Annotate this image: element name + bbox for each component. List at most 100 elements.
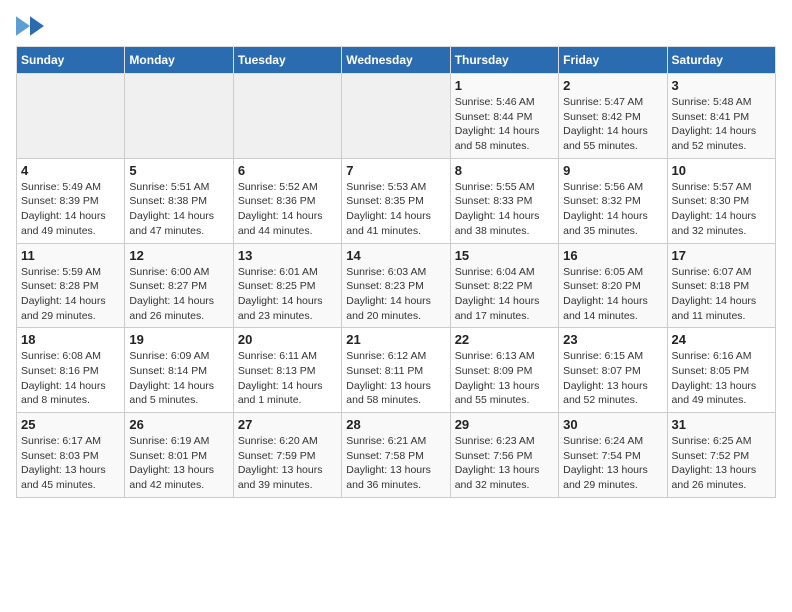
weekday-header-monday: Monday bbox=[125, 47, 233, 74]
day-info: Sunrise: 6:23 AM Sunset: 7:56 PM Dayligh… bbox=[455, 434, 554, 493]
day-info: Sunrise: 5:55 AM Sunset: 8:33 PM Dayligh… bbox=[455, 180, 554, 239]
calendar-cell: 21 Sunrise: 6:12 AM Sunset: 8:11 PM Dayli… bbox=[342, 328, 450, 413]
calendar-cell: 28 Sunrise: 6:21 AM Sunset: 7:58 PM Dayli… bbox=[342, 413, 450, 498]
day-number: 4 bbox=[21, 163, 120, 178]
day-number: 5 bbox=[129, 163, 228, 178]
calendar-cell: 16 Sunrise: 6:05 AM Sunset: 8:20 PM Dayli… bbox=[559, 243, 667, 328]
weekday-header-sunday: Sunday bbox=[17, 47, 125, 74]
calendar-cell: 15 Sunrise: 6:04 AM Sunset: 8:22 PM Dayli… bbox=[450, 243, 558, 328]
day-number: 18 bbox=[21, 332, 120, 347]
day-info: Sunrise: 6:07 AM Sunset: 8:18 PM Dayligh… bbox=[672, 265, 771, 324]
day-info: Sunrise: 5:59 AM Sunset: 8:28 PM Dayligh… bbox=[21, 265, 120, 324]
day-info: Sunrise: 6:16 AM Sunset: 8:05 PM Dayligh… bbox=[672, 349, 771, 408]
day-number: 21 bbox=[346, 332, 445, 347]
calendar-cell: 8 Sunrise: 5:55 AM Sunset: 8:33 PM Daylig… bbox=[450, 158, 558, 243]
day-number: 7 bbox=[346, 163, 445, 178]
day-info: Sunrise: 5:47 AM Sunset: 8:42 PM Dayligh… bbox=[563, 95, 662, 154]
day-number: 6 bbox=[238, 163, 337, 178]
calendar-cell: 19 Sunrise: 6:09 AM Sunset: 8:14 PM Dayli… bbox=[125, 328, 233, 413]
day-info: Sunrise: 5:49 AM Sunset: 8:39 PM Dayligh… bbox=[21, 180, 120, 239]
calendar-table: SundayMondayTuesdayWednesdayThursdayFrid… bbox=[16, 46, 776, 498]
calendar-week-4: 18 Sunrise: 6:08 AM Sunset: 8:16 PM Dayli… bbox=[17, 328, 776, 413]
calendar-cell: 24 Sunrise: 6:16 AM Sunset: 8:05 PM Dayli… bbox=[667, 328, 775, 413]
day-info: Sunrise: 5:51 AM Sunset: 8:38 PM Dayligh… bbox=[129, 180, 228, 239]
calendar-cell: 31 Sunrise: 6:25 AM Sunset: 7:52 PM Dayli… bbox=[667, 413, 775, 498]
day-number: 25 bbox=[21, 417, 120, 432]
day-number: 28 bbox=[346, 417, 445, 432]
day-info: Sunrise: 5:48 AM Sunset: 8:41 PM Dayligh… bbox=[672, 95, 771, 154]
calendar-cell: 6 Sunrise: 5:52 AM Sunset: 8:36 PM Daylig… bbox=[233, 158, 341, 243]
day-info: Sunrise: 6:19 AM Sunset: 8:01 PM Dayligh… bbox=[129, 434, 228, 493]
day-number: 20 bbox=[238, 332, 337, 347]
day-info: Sunrise: 6:09 AM Sunset: 8:14 PM Dayligh… bbox=[129, 349, 228, 408]
day-number: 22 bbox=[455, 332, 554, 347]
day-number: 14 bbox=[346, 248, 445, 263]
day-info: Sunrise: 5:56 AM Sunset: 8:32 PM Dayligh… bbox=[563, 180, 662, 239]
weekday-header-saturday: Saturday bbox=[667, 47, 775, 74]
day-info: Sunrise: 5:52 AM Sunset: 8:36 PM Dayligh… bbox=[238, 180, 337, 239]
calendar-cell: 7Sunrise: 5:53 AM Sunset: 8:35 PM Daylig… bbox=[342, 158, 450, 243]
calendar-cell: 27 Sunrise: 6:20 AM Sunset: 7:59 PM Dayli… bbox=[233, 413, 341, 498]
day-number: 12 bbox=[129, 248, 228, 263]
day-number: 26 bbox=[129, 417, 228, 432]
weekday-header-wednesday: Wednesday bbox=[342, 47, 450, 74]
weekday-header-row: SundayMondayTuesdayWednesdayThursdayFrid… bbox=[17, 47, 776, 74]
calendar-cell: 26 Sunrise: 6:19 AM Sunset: 8:01 PM Dayli… bbox=[125, 413, 233, 498]
calendar-cell bbox=[233, 74, 341, 159]
day-number: 19 bbox=[129, 332, 228, 347]
calendar-cell bbox=[17, 74, 125, 159]
day-number: 8 bbox=[455, 163, 554, 178]
day-number: 10 bbox=[672, 163, 771, 178]
calendar-cell: 30 Sunrise: 6:24 AM Sunset: 7:54 PM Dayli… bbox=[559, 413, 667, 498]
day-info: Sunrise: 6:04 AM Sunset: 8:22 PM Dayligh… bbox=[455, 265, 554, 324]
day-number: 27 bbox=[238, 417, 337, 432]
calendar-cell: 3 Sunrise: 5:48 AM Sunset: 8:41 PM Daylig… bbox=[667, 74, 775, 159]
calendar-cell: 1Sunrise: 5:46 AM Sunset: 8:44 PM Daylig… bbox=[450, 74, 558, 159]
day-info: Sunrise: 6:12 AM Sunset: 8:11 PM Dayligh… bbox=[346, 349, 445, 408]
day-number: 15 bbox=[455, 248, 554, 263]
day-number: 29 bbox=[455, 417, 554, 432]
day-info: Sunrise: 6:01 AM Sunset: 8:25 PM Dayligh… bbox=[238, 265, 337, 324]
calendar-cell: 4 Sunrise: 5:49 AM Sunset: 8:39 PM Daylig… bbox=[17, 158, 125, 243]
day-info: Sunrise: 6:21 AM Sunset: 7:58 PM Dayligh… bbox=[346, 434, 445, 493]
day-info: Sunrise: 6:13 AM Sunset: 8:09 PM Dayligh… bbox=[455, 349, 554, 408]
page-header bbox=[16, 16, 776, 38]
day-info: Sunrise: 5:57 AM Sunset: 8:30 PM Dayligh… bbox=[672, 180, 771, 239]
calendar-cell: 11Sunrise: 5:59 AM Sunset: 8:28 PM Dayli… bbox=[17, 243, 125, 328]
calendar-week-1: 1Sunrise: 5:46 AM Sunset: 8:44 PM Daylig… bbox=[17, 74, 776, 159]
calendar-cell: 20Sunrise: 6:11 AM Sunset: 8:13 PM Dayli… bbox=[233, 328, 341, 413]
calendar-week-3: 11Sunrise: 5:59 AM Sunset: 8:28 PM Dayli… bbox=[17, 243, 776, 328]
day-number: 30 bbox=[563, 417, 662, 432]
calendar-cell: 25 Sunrise: 6:17 AM Sunset: 8:03 PM Dayli… bbox=[17, 413, 125, 498]
logo-icon bbox=[16, 16, 44, 36]
calendar-cell bbox=[125, 74, 233, 159]
day-number: 13 bbox=[238, 248, 337, 263]
calendar-cell: 29 Sunrise: 6:23 AM Sunset: 7:56 PM Dayli… bbox=[450, 413, 558, 498]
day-number: 2 bbox=[563, 78, 662, 93]
day-info: Sunrise: 6:20 AM Sunset: 7:59 PM Dayligh… bbox=[238, 434, 337, 493]
calendar-cell: 5 Sunrise: 5:51 AM Sunset: 8:38 PM Daylig… bbox=[125, 158, 233, 243]
logo bbox=[16, 16, 44, 38]
day-info: Sunrise: 6:25 AM Sunset: 7:52 PM Dayligh… bbox=[672, 434, 771, 493]
day-info: Sunrise: 6:08 AM Sunset: 8:16 PM Dayligh… bbox=[21, 349, 120, 408]
day-number: 3 bbox=[672, 78, 771, 93]
day-info: Sunrise: 6:17 AM Sunset: 8:03 PM Dayligh… bbox=[21, 434, 120, 493]
day-number: 24 bbox=[672, 332, 771, 347]
calendar-week-2: 4 Sunrise: 5:49 AM Sunset: 8:39 PM Daylig… bbox=[17, 158, 776, 243]
day-number: 16 bbox=[563, 248, 662, 263]
calendar-cell: 10 Sunrise: 5:57 AM Sunset: 8:30 PM Dayli… bbox=[667, 158, 775, 243]
calendar-week-5: 25 Sunrise: 6:17 AM Sunset: 8:03 PM Dayli… bbox=[17, 413, 776, 498]
day-info: Sunrise: 5:46 AM Sunset: 8:44 PM Dayligh… bbox=[455, 95, 554, 154]
calendar-cell: 14 Sunrise: 6:03 AM Sunset: 8:23 PM Dayli… bbox=[342, 243, 450, 328]
day-number: 9 bbox=[563, 163, 662, 178]
weekday-header-friday: Friday bbox=[559, 47, 667, 74]
calendar-cell: 17 Sunrise: 6:07 AM Sunset: 8:18 PM Dayli… bbox=[667, 243, 775, 328]
weekday-header-tuesday: Tuesday bbox=[233, 47, 341, 74]
day-number: 17 bbox=[672, 248, 771, 263]
day-info: Sunrise: 6:05 AM Sunset: 8:20 PM Dayligh… bbox=[563, 265, 662, 324]
day-info: Sunrise: 6:24 AM Sunset: 7:54 PM Dayligh… bbox=[563, 434, 662, 493]
calendar-cell: 23Sunrise: 6:15 AM Sunset: 8:07 PM Dayli… bbox=[559, 328, 667, 413]
day-number: 31 bbox=[672, 417, 771, 432]
calendar-cell: 2 Sunrise: 5:47 AM Sunset: 8:42 PM Daylig… bbox=[559, 74, 667, 159]
day-info: Sunrise: 6:03 AM Sunset: 8:23 PM Dayligh… bbox=[346, 265, 445, 324]
